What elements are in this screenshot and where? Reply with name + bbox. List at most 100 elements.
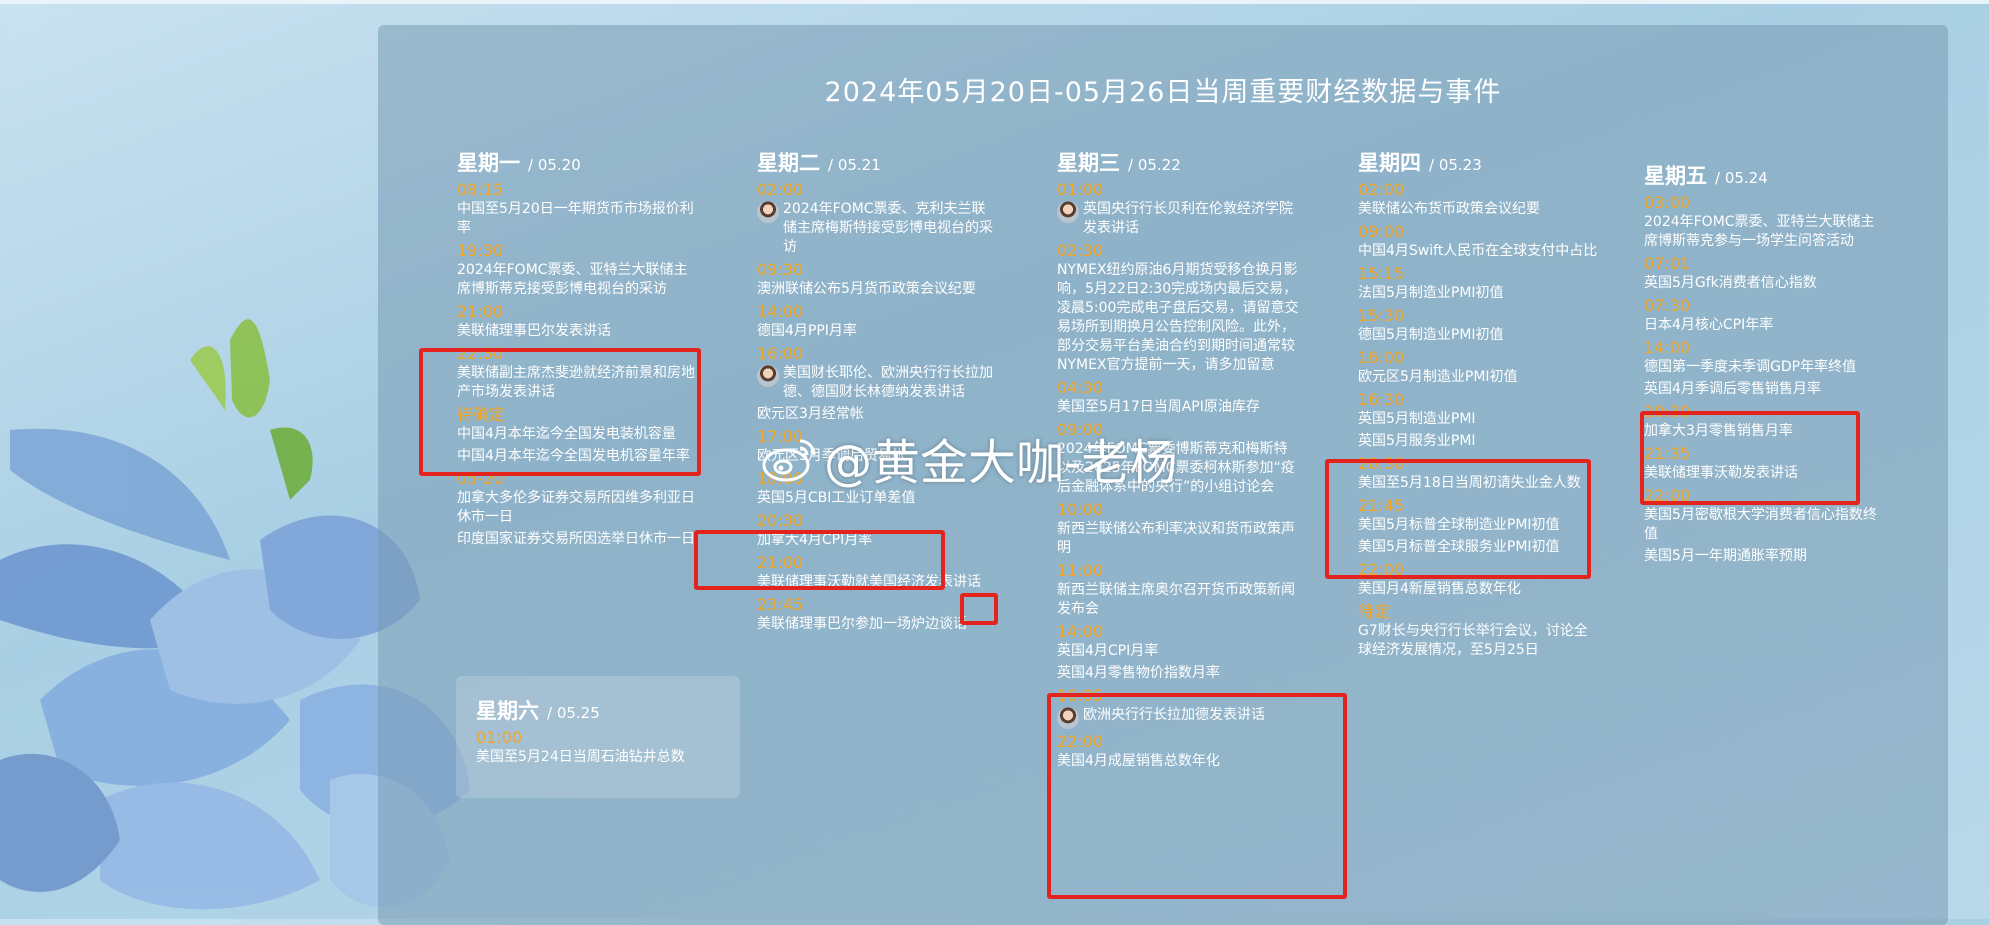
event-time: 21:00 <box>457 302 504 321</box>
event-text: 法国5月制造业PMI初值 <box>1358 285 1504 301</box>
event-text: 2024年FOMC票委、克利夫兰联储主席梅斯特接受彭博电视台的采访 <box>757 200 999 257</box>
watermark-text: @黄金大咖-老杨 <box>824 435 1178 491</box>
event-text: 英国4月季调后零售销售月率 <box>1644 381 1821 397</box>
event-item: 14:00 英国4月CPI月率 <box>1057 622 1299 661</box>
event-text: 2024年FOMC票委、亚特兰大联储主席博斯蒂克参与一场学生问答活动 <box>1644 214 1875 249</box>
event-text: 美联储公布货币政策会议纪要 <box>1358 201 1540 217</box>
event-time: 11:00 <box>1057 561 1104 580</box>
event-time: 02:00 <box>1358 180 1405 199</box>
day-name: 星期五 <box>1644 164 1707 188</box>
event-item: 08:15 中国至5月20日一年期货币市场报价利率 <box>457 180 699 238</box>
event-text-label: 美国财长耶伦、欧洲央行行长拉加德、德国财长林德纳发表讲话 <box>783 365 993 400</box>
event-time: 16:00 <box>1358 348 1405 367</box>
event-text: 美国至5月17日当周API原油库存 <box>1057 399 1260 415</box>
event-item: 02:30 NYMEX纽约原油6月期货受移仓换月影响，5月22日2:30完成场内最… <box>1057 241 1299 375</box>
event-time: 16:00 <box>757 344 804 363</box>
event-text: 德国第一季度未季调GDP年率终值 <box>1644 359 1857 375</box>
event-item: 英国4月季调后零售销售月率 <box>1644 380 1886 399</box>
event-item: 07:30 日本4月核心CPI年率 <box>1644 296 1886 335</box>
event-time: 09:30 <box>757 260 804 279</box>
event-text: 欧元区3月经常帐 <box>757 406 864 422</box>
event-text: G7财长与央行行长举行会议，讨论全球经济发展情况，至5月25日 <box>1358 623 1588 658</box>
event-text: 英国5月制造业PMI <box>1358 411 1476 427</box>
event-time: 待定 <box>1358 602 1391 621</box>
event-item: 19:30 2024年FOMC票委、亚特兰大联储主席博斯蒂克接受彭博电视台的采访 <box>457 241 699 299</box>
event-text: 2024年FOMC票委、亚特兰大联储主席博斯蒂克接受彭博电视台的采访 <box>457 262 688 297</box>
event-time: 04:30 <box>1057 378 1104 397</box>
event-time: 20:30 <box>757 511 804 530</box>
event-text: 日本4月核心CPI年率 <box>1644 317 1774 333</box>
event-time: 02:30 <box>1057 241 1104 260</box>
event-text: 英国4月CPI月率 <box>1057 643 1159 659</box>
event-item: 美国5月一年期通胀率预期 <box>1644 547 1886 566</box>
event-text: 美国月4新屋销售总数年化 <box>1358 581 1521 597</box>
event-text-label: 2024年FOMC票委、克利夫兰联储主席梅斯特接受彭博电视台的采访 <box>783 201 993 255</box>
highlight-box <box>960 593 998 625</box>
event-text: 新西兰联储公布利率决议和货币政策声明 <box>1057 521 1295 556</box>
event-item: 英国5月服务业PMI <box>1358 432 1600 451</box>
day-header: 星期六 / 05.25 <box>476 695 726 725</box>
day-header: 星期三 / 05.22 <box>1057 147 1299 177</box>
watermark: @黄金大咖-老杨 <box>762 428 1177 491</box>
event-text: 中国至5月20日一年期货币市场报价利率 <box>457 201 694 236</box>
event-item: 01:00 英国央行行长贝利在伦敦经济学院发表讲话 <box>1057 180 1299 238</box>
event-item: 16:30 英国5月制造业PMI <box>1358 390 1600 429</box>
event-item: 14:00 德国4月PPI月率 <box>757 302 999 341</box>
event-text: 美国5月密歇根大学消费者信心指数终值 <box>1644 507 1877 542</box>
event-time: 07:30 <box>1644 296 1691 315</box>
day-name: 星期四 <box>1358 151 1421 175</box>
day-column-friday: 星期五 / 05.24 03:00 2024年FOMC票委、亚特兰大联储主席博斯蒂克参… <box>1644 160 1886 566</box>
day-header: 星期二 / 05.21 <box>757 147 999 177</box>
event-item: 英国4月零售物价指数月率 <box>1057 664 1299 683</box>
day-header: 星期一 / 05.20 <box>457 147 699 177</box>
event-item: 印度国家证券交易所因选举日休市一日 <box>457 530 699 549</box>
speaker-avatar-icon <box>757 201 779 223</box>
event-time: 03:00 <box>1644 193 1691 212</box>
event-text: 美联储理事巴尔发表讲话 <box>457 323 611 339</box>
event-item: 16:00 美国财长耶伦、欧洲央行行长拉加德、德国财长林德纳发表讲话 <box>757 344 999 402</box>
event-item: 01:00 美国至5月24日当周石油钻井总数 <box>476 728 726 767</box>
event-text: 德国4月PPI月率 <box>757 323 857 339</box>
day-name: 星期三 <box>1057 151 1120 175</box>
page-title: 2024年05月20日-05月26日当周重要财经数据与事件 <box>824 77 1502 108</box>
event-time: 15:30 <box>1358 306 1405 325</box>
event-time: 07:01 <box>1644 254 1691 273</box>
event-item: 09:30 澳洲联储公布5月货币政策会议纪要 <box>757 260 999 299</box>
highlight-box <box>419 348 701 476</box>
speaker-avatar-icon <box>1057 201 1079 223</box>
highlight-box <box>1325 459 1591 579</box>
highlight-box <box>1047 693 1347 899</box>
event-text: 英国5月Gfk消费者信心指数 <box>1644 275 1817 291</box>
event-item: 待定 G7财长与央行行长举行会议，讨论全球经济发展情况，至5月25日 <box>1358 602 1600 660</box>
day-header: 星期四 / 05.23 <box>1358 147 1600 177</box>
event-text: NYMEX纽约原油6月期货受移仓换月影响，5月22日2:30完成场内最后交易，凌… <box>1057 262 1299 373</box>
speaker-avatar-icon <box>757 365 779 387</box>
event-text: 美国财长耶伦、欧洲央行行长拉加德、德国财长林德纳发表讲话 <box>757 364 999 402</box>
event-time: 15:15 <box>1358 264 1405 283</box>
event-time: 02:00 <box>757 180 804 199</box>
event-text: 英国5月服务业PMI <box>1358 433 1476 449</box>
event-time: 09:00 <box>1358 222 1405 241</box>
day-column-saturday: 星期六 / 05.25 01:00 美国至5月24日当周石油钻井总数 <box>476 695 726 767</box>
event-text: 新西兰联储主席奥尔召开货币政策新闻发布会 <box>1057 582 1295 617</box>
event-item: 欧元区3月经常帐 <box>757 405 999 424</box>
event-item: 09:00 中国4月Swift人民币在全球支付中占比 <box>1358 222 1600 261</box>
day-name: 星期二 <box>757 151 820 175</box>
day-header: 星期五 / 05.24 <box>1644 160 1886 190</box>
event-item: 02:00 美联储公布货币政策会议纪要 <box>1358 180 1600 219</box>
day-date: / 05.22 <box>1128 156 1181 174</box>
event-item: 10:00 新西兰联储公布利率决议和货币政策声明 <box>1057 500 1299 558</box>
day-date: / 05.20 <box>528 156 581 174</box>
event-item: 15:15 法国5月制造业PMI初值 <box>1358 264 1600 303</box>
event-text: 美国5月一年期通胀率预期 <box>1644 548 1807 564</box>
event-time: 08:15 <box>457 180 504 199</box>
event-item: 05-20 加拿大多伦多证券交易所因维多利亚日休市一日 <box>457 469 699 527</box>
event-time: 16:30 <box>1358 390 1405 409</box>
day-date: / 05.23 <box>1429 156 1482 174</box>
event-text: 德国5月制造业PMI初值 <box>1358 327 1504 343</box>
weibo-icon <box>762 439 816 482</box>
event-text: 中国4月Swift人民币在全球支付中占比 <box>1358 243 1598 259</box>
day-column-thursday: 星期四 / 05.23 02:00 美联储公布货币政策会议纪要 09:00 中国4月Swi… <box>1358 147 1600 660</box>
event-text: 加拿大多伦多证券交易所因维多利亚日休市一日 <box>457 490 695 525</box>
event-time: 10:00 <box>1057 500 1104 519</box>
